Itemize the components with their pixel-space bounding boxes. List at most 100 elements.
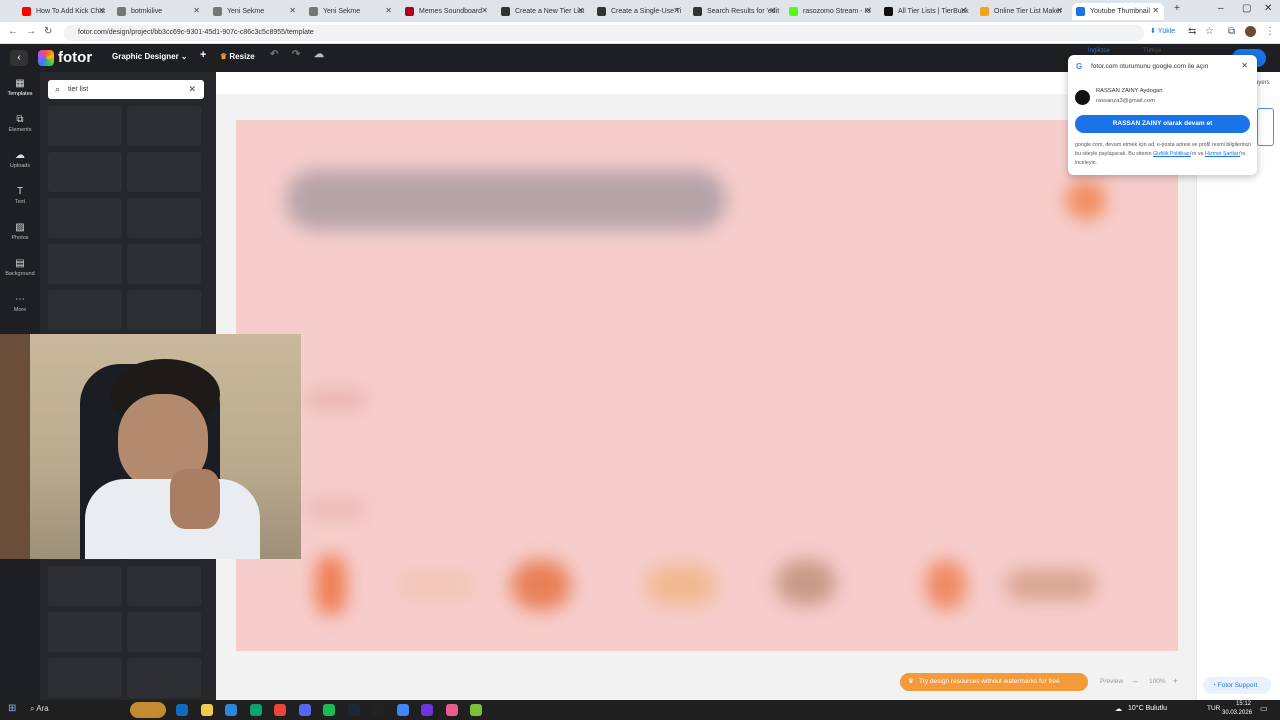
add-button[interactable]: + <box>200 49 206 61</box>
watermark-promo-button[interactable]: ♛ Try design resources without watermark… <box>900 673 1088 691</box>
taskbar-app-icon[interactable] <box>396 704 409 716</box>
template-search-input[interactable]: ⌕ tier list ✕ <box>48 80 204 99</box>
mode-dropdown[interactable]: Graphic Designer ⌄ <box>112 52 188 61</box>
translate-icon[interactable]: ⇆ <box>1188 26 1196 37</box>
weather-text[interactable]: 10°C Bulutlu <box>1128 705 1167 712</box>
start-icon[interactable]: ⊞ <box>8 703 16 714</box>
taskbar-app-icon[interactable] <box>470 704 482 716</box>
tab-close-icon[interactable]: ✕ <box>769 6 776 15</box>
tab-close-icon[interactable]: ✕ <box>481 6 488 15</box>
terms-link[interactable]: Hizmet Şartları <box>1205 151 1240 157</box>
taskbar-app-icon[interactable] <box>372 704 384 716</box>
cloud-save-icon[interactable]: ☁ <box>314 49 324 60</box>
template-thumbnail[interactable] <box>127 244 201 284</box>
browser-tab[interactable]: Create a Single-Use Ti ✕ <box>593 3 685 20</box>
template-thumbnail[interactable] <box>127 106 201 146</box>
notification-icon[interactable]: ▭ <box>1260 704 1268 713</box>
taskbar-app-icon[interactable] <box>421 704 433 716</box>
browser-tab[interactable]: botmkilive ✕ <box>113 3 205 20</box>
taskbar-widget-image[interactable] <box>130 702 166 718</box>
reload-icon[interactable]: ↻ <box>44 26 52 37</box>
clock-date[interactable]: 30.03.2026 <box>1222 710 1252 716</box>
taskbar-app-icon[interactable] <box>225 704 237 716</box>
new-tab-button[interactable]: + <box>1174 3 1180 14</box>
clear-search-icon[interactable]: ✕ <box>188 80 196 99</box>
tab-close-icon[interactable]: ✕ <box>960 6 967 15</box>
fotor-logo[interactable]: fotor <box>38 49 92 66</box>
zoom-out-icon[interactable]: – <box>1133 676 1138 686</box>
layer-thumbnail[interactable] <box>1257 108 1274 146</box>
template-thumbnail[interactable] <box>48 612 122 652</box>
redo-icon[interactable]: ↷ <box>292 49 300 60</box>
close-window-button[interactable]: ✕ <box>1264 3 1272 14</box>
browser-tab[interactable]: Yeni Sekme ✕ <box>305 3 397 20</box>
back-icon[interactable]: ← <box>8 26 18 37</box>
privacy-link[interactable]: Gizlilik Politikası <box>1153 151 1191 157</box>
taskbar-app-icon[interactable] <box>298 704 311 716</box>
template-thumbnail[interactable] <box>48 658 122 698</box>
tab-close-icon[interactable]: ✕ <box>673 6 680 15</box>
undo-icon[interactable]: ↶ <box>270 49 278 60</box>
template-thumbnail[interactable] <box>48 566 122 606</box>
browser-tab[interactable]: Yeni Sekme ✕ <box>209 3 301 20</box>
tab-close-icon[interactable]: ✕ <box>865 6 872 15</box>
fotor-support-button[interactable]: ◔ Fotor Support <box>1203 677 1271 694</box>
taskbar-app-icon[interactable] <box>249 704 262 716</box>
template-thumbnail[interactable] <box>127 658 201 698</box>
browser-tab[interactable]: Memes Soundboard - ✕ <box>401 3 493 20</box>
rail-item-elements[interactable]: ⧉ Elements <box>0 114 40 133</box>
template-thumbnail[interactable] <box>127 290 201 330</box>
template-thumbnail[interactable] <box>48 290 122 330</box>
rail-item-templates[interactable]: ▦ Templates <box>0 78 40 97</box>
continue-as-button[interactable]: RASSAN ZAINY olarak devam et <box>1075 115 1250 133</box>
browser-tab[interactable]: How To Add Kick Chat ✕ <box>18 3 110 20</box>
translate-to[interactable]: Türkçe <box>1143 48 1161 54</box>
close-icon[interactable]: ✕ <box>1241 61 1248 70</box>
preview-button[interactable]: Preview <box>1100 678 1123 685</box>
url-field[interactable]: fotor.com/design/project/bb3cc69c-9301-4… <box>64 25 1144 41</box>
tab-close-icon[interactable]: ✕ <box>577 6 584 15</box>
language-indicator[interactable]: TUR <box>1207 705 1220 712</box>
tab-close-icon[interactable]: ✕ <box>193 6 200 15</box>
browser-tab[interactable]: rasozomo Stream - Ki ✕ <box>785 3 877 20</box>
template-thumbnail[interactable] <box>127 566 201 606</box>
template-thumbnail[interactable] <box>48 198 122 238</box>
taskbar-app-icon[interactable] <box>200 704 213 716</box>
template-thumbnail[interactable] <box>127 152 201 192</box>
tab-close-icon[interactable]: ✕ <box>289 6 296 15</box>
bookmark-star-icon[interactable]: ☆ <box>1205 26 1214 37</box>
profile-avatar[interactable] <box>1245 26 1256 37</box>
design-canvas[interactable] <box>236 120 1178 651</box>
taskbar-app-icon[interactable] <box>445 704 458 716</box>
rail-item-uploads[interactable]: ☁ Uploads <box>0 150 40 169</box>
tab-close-icon[interactable]: ✕ <box>98 6 105 15</box>
template-thumbnail[interactable] <box>127 612 201 652</box>
template-thumbnail[interactable] <box>48 244 122 284</box>
tab-close-icon[interactable]: ✕ <box>385 6 392 15</box>
install-button[interactable]: ⬇ Yükle <box>1150 27 1175 35</box>
template-thumbnail[interactable] <box>48 152 122 192</box>
rail-item-more[interactable]: ⋯ More <box>0 294 40 313</box>
browser-tab[interactable]: Youtube Thumbnail ✕ <box>1072 3 1164 20</box>
taskbar-app-icon[interactable] <box>347 704 360 716</box>
tab-close-icon[interactable]: ✕ <box>1152 6 1159 15</box>
extensions-icon[interactable]: ⧉ <box>1228 26 1235 37</box>
clock-time[interactable]: 15:12 <box>1227 701 1251 707</box>
minimize-button[interactable]: – <box>1218 3 1224 14</box>
zoom-level[interactable]: 100% <box>1149 678 1166 685</box>
tab-close-icon[interactable]: ✕ <box>1056 6 1063 15</box>
taskbar-app-icon[interactable] <box>274 704 286 716</box>
taskbar-app-icon[interactable] <box>176 704 188 716</box>
resize-button[interactable]: ♛ Resize <box>220 52 255 61</box>
template-thumbnail[interactable] <box>127 198 201 238</box>
back-icon[interactable]: ‹ <box>10 50 28 66</box>
translate-from[interactable]: İngilizce <box>1088 48 1110 54</box>
browser-tab[interactable]: All Tier Lists | TierBuck ✕ <box>880 3 972 20</box>
rail-item-background[interactable]: ▤ Background <box>0 258 40 277</box>
forward-icon[interactable]: → <box>26 26 36 37</box>
zoom-in-icon[interactable]: + <box>1173 676 1178 686</box>
taskbar-app-icon[interactable] <box>323 704 335 716</box>
browser-tab[interactable]: Search Results for 'edit ✕ <box>689 3 781 20</box>
maximize-button[interactable]: ▢ <box>1242 3 1251 14</box>
rail-item-text[interactable]: T Text <box>0 186 40 205</box>
